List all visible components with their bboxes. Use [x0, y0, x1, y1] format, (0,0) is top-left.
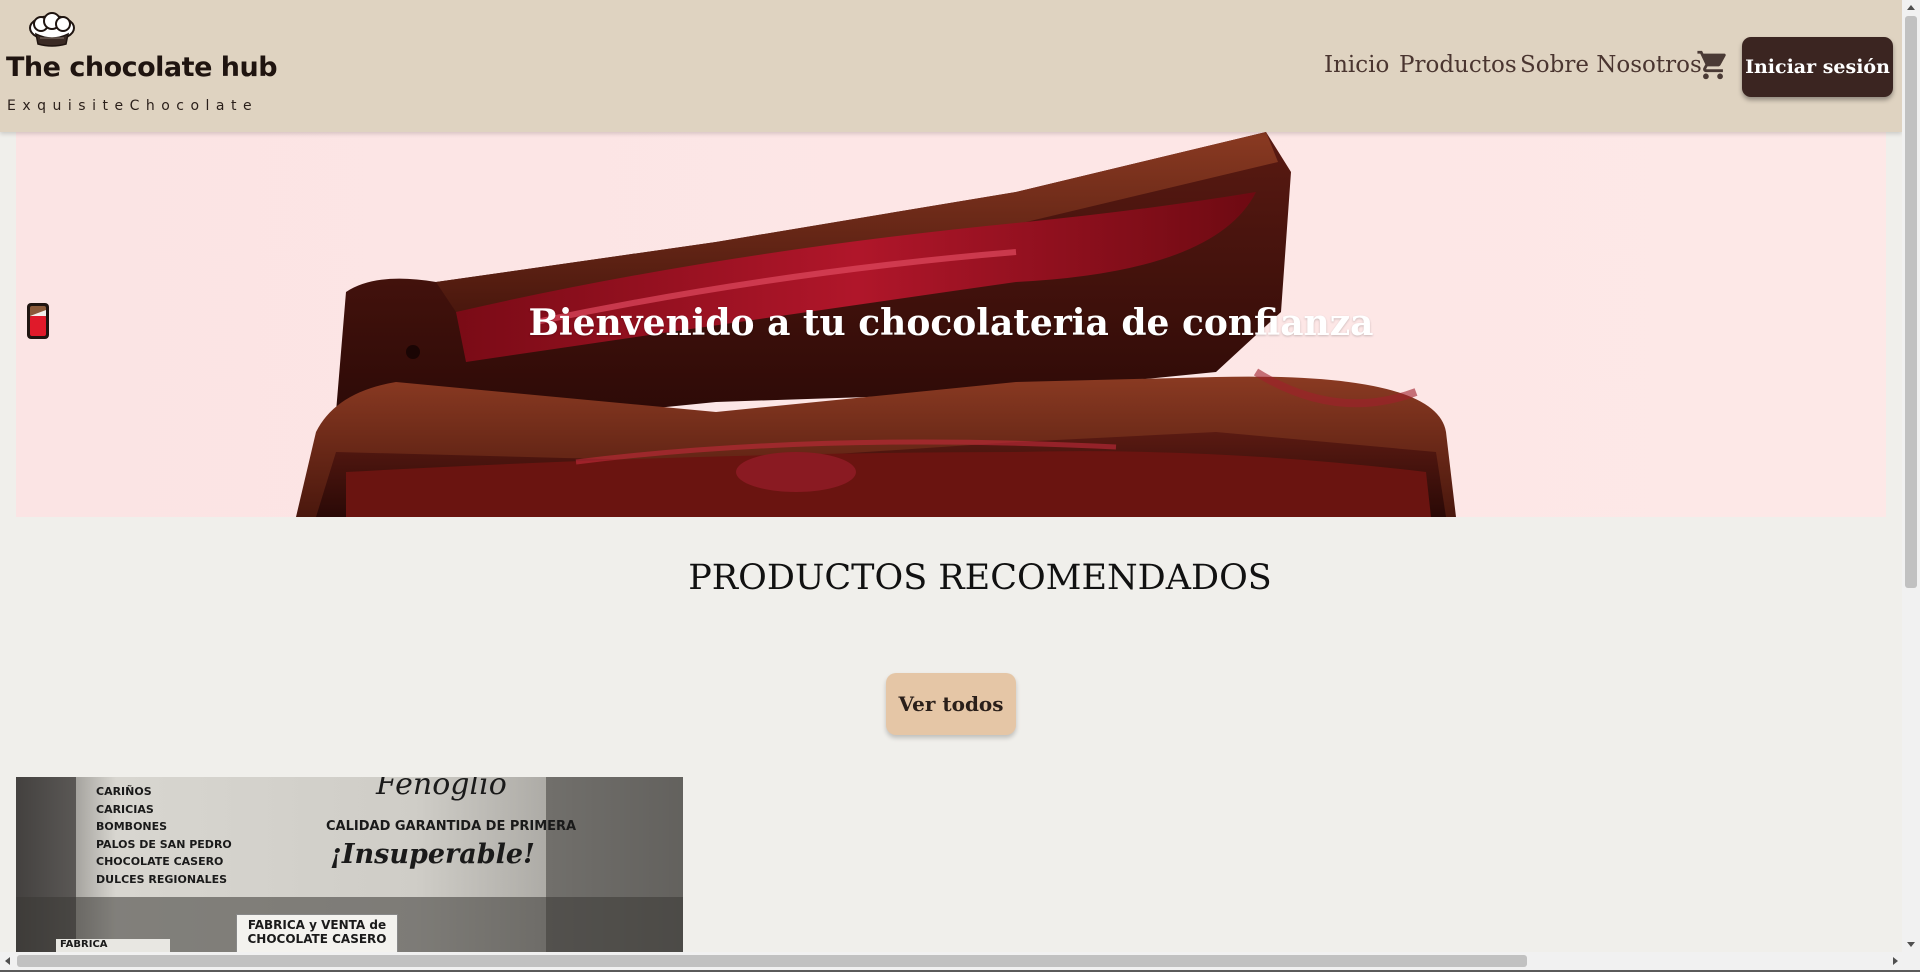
sign-box-line1: FABRICA y VENTA de — [247, 918, 387, 932]
horizontal-scroll-thumb[interactable] — [17, 955, 1527, 967]
site-header: The chocolate hub ExquisiteChocolate Ini… — [0, 0, 1902, 132]
shopping-cart-icon[interactable] — [1696, 48, 1730, 82]
sign-list-item: BOMBONES — [96, 820, 168, 833]
sign-line1: CALIDAD GARANTIDA DE PRIMERA — [326, 819, 577, 834]
vertical-scroll-thumb[interactable] — [1905, 16, 1917, 588]
brand-title: The chocolate hub — [6, 52, 278, 83]
sign-line2: ¡Insuperable! — [330, 839, 535, 870]
sign-box-small: FABRICA — [56, 939, 170, 952]
see-all-button[interactable]: Ver todos — [886, 673, 1016, 735]
horizontal-scrollbar[interactable] — [0, 952, 1920, 970]
section-title: PRODUCTOS RECOMENDADOS — [688, 558, 1272, 598]
sign-list-item: CARIÑOS — [96, 785, 152, 798]
scroll-down-icon[interactable] — [1907, 942, 1915, 947]
nav-inicio[interactable]: Inicio — [1324, 52, 1389, 78]
scroll-up-icon[interactable] — [1907, 5, 1915, 10]
sign-list-item: CARICIAS — [96, 802, 154, 816]
brand-subtitle: ExquisiteChocolate — [7, 98, 259, 114]
chocolate-bar-icon — [27, 303, 49, 339]
nav-productos[interactable]: Productos — [1399, 52, 1517, 78]
nav-sobre-nosotros[interactable]: Sobre Nosotros — [1520, 52, 1702, 78]
hero-banner: Bienvenido a tu chocolateria de confianz… — [16, 132, 1886, 517]
product-card-image[interactable]: CARIÑOS CARICIAS BOMBONES PALOS DE SAN P… — [16, 777, 683, 952]
scroll-right-icon[interactable] — [1893, 957, 1898, 965]
hero-title-text: Bienvenido a tu chocolateria de confianz… — [528, 302, 1374, 344]
sign-brand: Fenoglio — [376, 777, 507, 802]
sign-list: CARIÑOS CARICIAS BOMBONES PALOS DE SAN P… — [96, 783, 232, 888]
sign-list-item: PALOS DE SAN PEDRO — [96, 837, 232, 851]
sign-box-line2: CHOCOLATE CASERO — [247, 932, 387, 946]
vertical-scrollbar[interactable] — [1902, 0, 1920, 952]
scroll-left-icon[interactable] — [5, 957, 10, 965]
page: The chocolate hub ExquisiteChocolate Ini… — [0, 0, 1920, 972]
hero-title: Bienvenido a tu chocolateria de confianz… — [16, 302, 1886, 344]
sign-list-item: DULCES REGIONALES — [96, 872, 228, 886]
chef-hat-icon — [29, 12, 75, 47]
login-button[interactable]: Iniciar sesión — [1742, 37, 1893, 97]
sign-list-item: CHOCOLATE CASERO — [96, 855, 224, 868]
sign-box: FABRICA y VENTA de CHOCOLATE CASERO — [236, 914, 398, 952]
